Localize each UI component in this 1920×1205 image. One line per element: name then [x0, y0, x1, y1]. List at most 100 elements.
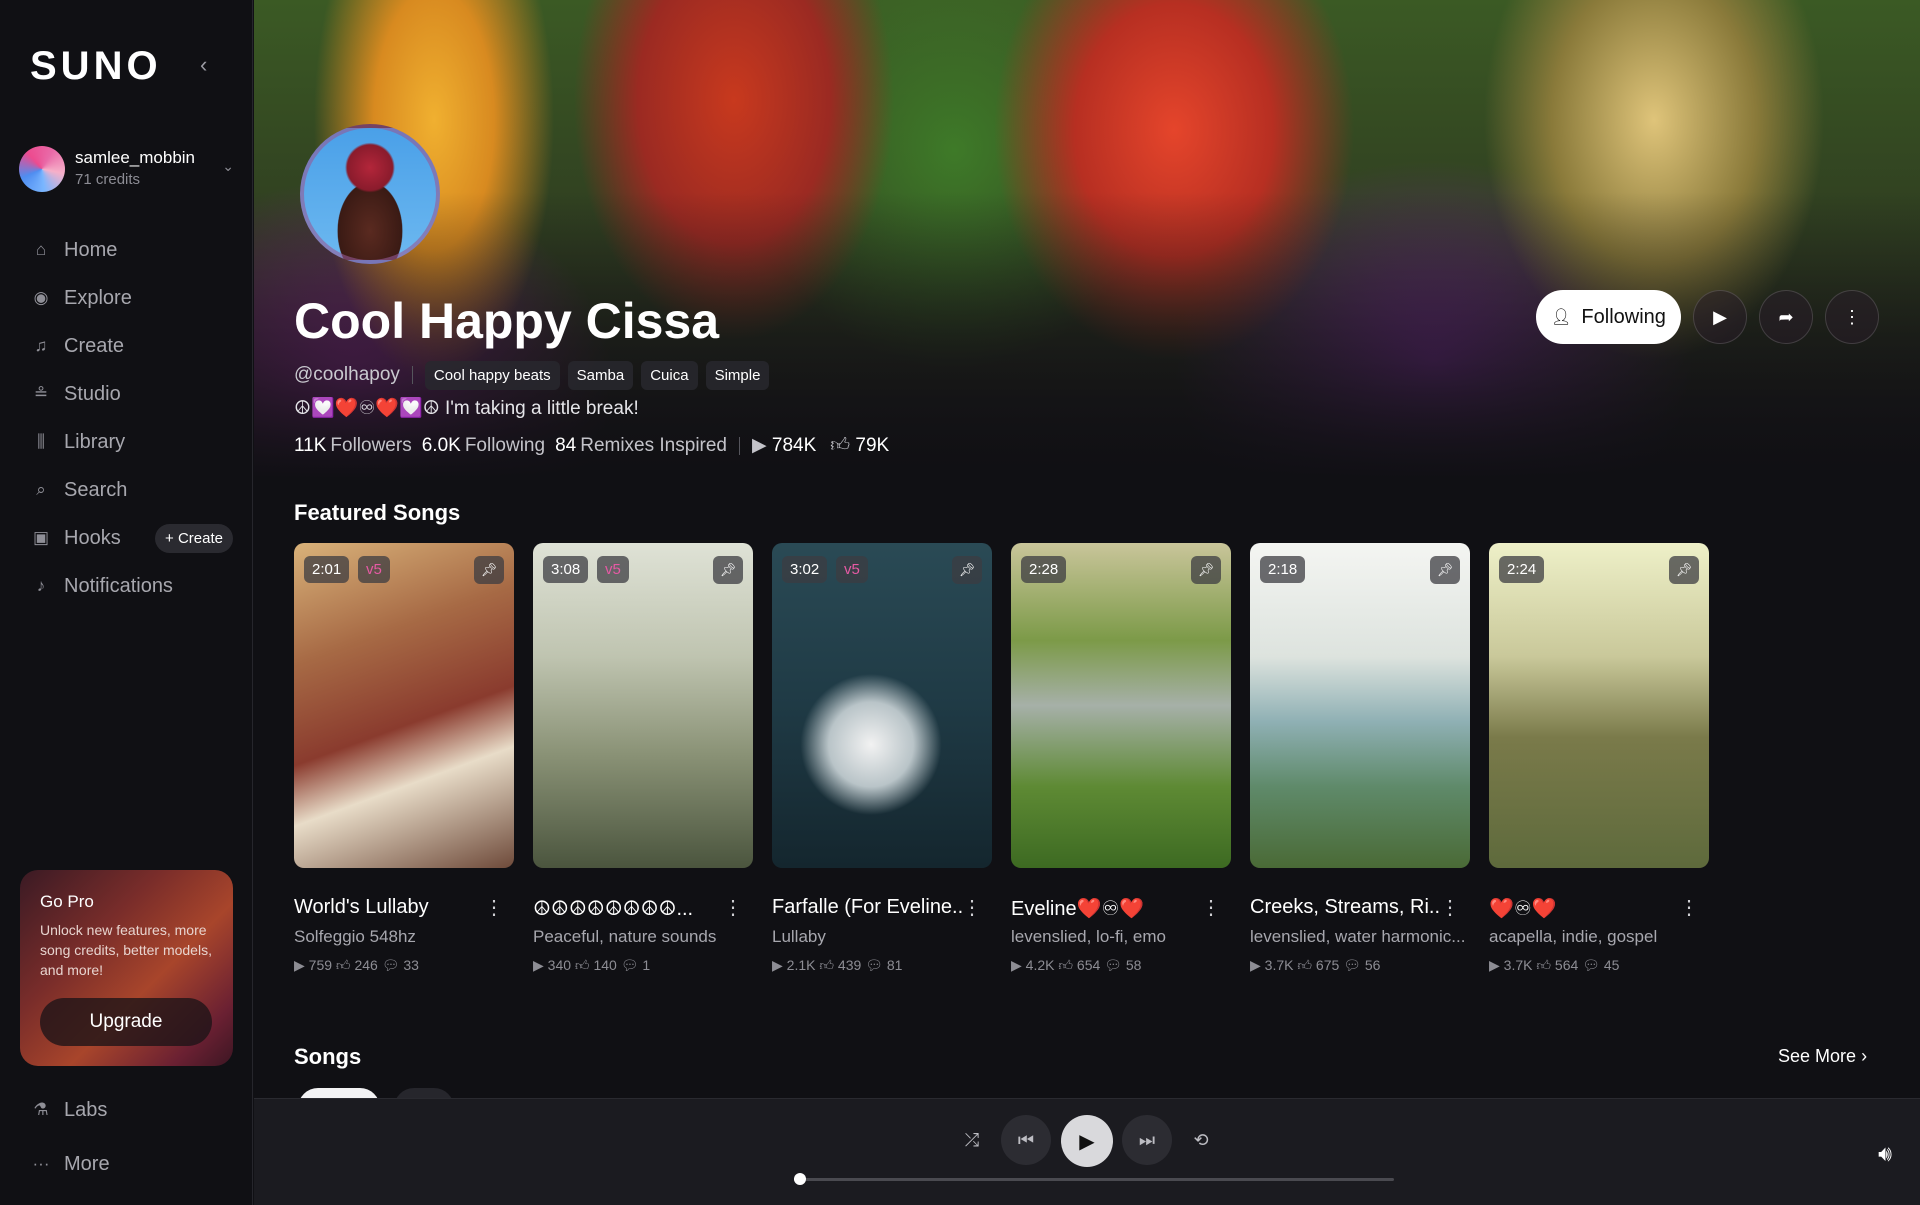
duration-badge: 2:24 — [1499, 556, 1545, 583]
profile-tag[interactable]: Samba — [567, 360, 634, 390]
credits-count: 71 credits — [75, 171, 141, 188]
shuffle-button[interactable]: ⤮ — [957, 1115, 987, 1165]
song-stats: ▶ 759 👍︎ 246 💬︎ 33 — [294, 957, 419, 974]
play-icon: ▶ — [1011, 957, 1022, 973]
chevron-left-icon[interactable]: ‹ — [200, 54, 222, 76]
song-card[interactable]: 3:08 v5 📌︎ ☮☮☮☮☮☮☮☮... ⋮ Peaceful, natur… — [533, 543, 753, 973]
song-cover[interactable]: 2:01 v5 📌︎ — [294, 543, 514, 868]
pin-icon[interactable]: 📌︎ — [1191, 556, 1221, 584]
sidebar-item-more[interactable]: ··· More — [30, 1137, 245, 1191]
shuffle-icon: ⤮ — [964, 1129, 980, 1150]
song-title[interactable]: Farfalle (For Eveline... — [772, 896, 962, 919]
song-title[interactable]: ☮☮☮☮☮☮☮☮... — [533, 896, 723, 921]
song-title[interactable]: World's Lullaby — [294, 896, 484, 919]
compass-icon: ◉ — [33, 288, 49, 307]
song-style: acapella, indie, gospel — [1489, 927, 1658, 946]
song-card[interactable]: 2:24 📌︎ ❤️♾❤️ ⋮ acapella, indie, gospel … — [1489, 543, 1709, 973]
sidebar-item-search[interactable]: ⌕ Search — [30, 466, 245, 514]
sidebar-item-library[interactable]: ⫼ Library — [30, 418, 245, 466]
version-badge: v5 — [836, 556, 868, 583]
play-count: 3.7K — [1503, 957, 1533, 973]
sidebar-item-home[interactable]: ⌂ Home — [30, 226, 245, 274]
upgrade-button[interactable]: Upgrade — [40, 998, 212, 1046]
comment-count: 33 — [403, 957, 419, 973]
user-menu[interactable]: samlee_mobbin 71 credits ⌄ — [19, 146, 234, 192]
more-vertical-icon[interactable]: ⋮ — [484, 895, 504, 920]
song-title[interactable]: Creeks, Streams, Ri... — [1250, 896, 1440, 919]
pin-icon[interactable]: 📌︎ — [952, 556, 982, 584]
next-button[interactable]: ⏭ — [1122, 1115, 1172, 1165]
sidebar-item-label: Library — [64, 430, 126, 453]
sidebar-item-studio[interactable]: ≗ Studio — [30, 370, 245, 418]
suno-logo[interactable]: SUNO — [30, 44, 162, 89]
search-icon: ⌕ — [36, 480, 46, 499]
profile-tag[interactable]: Cuica — [641, 360, 698, 390]
song-cover[interactable]: 3:08 v5 📌︎ — [533, 543, 753, 868]
plays-count: 784K — [771, 435, 817, 456]
song-card[interactable]: 2:01 v5 📌︎ World's Lullaby ⋮ Solfeggio 5… — [294, 543, 514, 973]
see-more-label: See More — [1778, 1046, 1857, 1066]
song-card[interactable]: 2:18 📌︎ Creeks, Streams, Ri... ⋮ levensl… — [1250, 543, 1470, 973]
progress-bar[interactable] — [794, 1173, 1394, 1185]
song-cover[interactable]: 2:24 📌︎ — [1489, 543, 1709, 868]
more-horizontal-icon: ··· — [32, 1154, 50, 1173]
comment-icon: 💬︎ — [1582, 957, 1600, 973]
duration-badge: 2:18 — [1260, 556, 1306, 583]
hooks-icon: ▣ — [32, 528, 50, 547]
song-cover[interactable]: 2:28 📌︎ — [1011, 543, 1231, 868]
user-avatar — [19, 146, 65, 192]
see-more-link[interactable]: See More › — [1778, 1046, 1867, 1067]
pin-icon[interactable]: 📌︎ — [1669, 556, 1699, 584]
followers-stat[interactable]: 11K Followers — [294, 435, 412, 457]
song-card[interactable]: 2:28 📌︎ Eveline❤️♾❤️ ⋮ levenslied, lo-fi… — [1011, 543, 1231, 973]
progress-handle[interactable] — [794, 1173, 806, 1185]
profile-tag[interactable]: Simple — [705, 360, 770, 390]
thumbs-up-icon: 👍︎ — [830, 435, 856, 456]
play-profile-button[interactable]: ▶ — [1693, 290, 1747, 344]
play-count: 340 — [547, 957, 572, 973]
song-card[interactable]: 3:02 v5 📌︎ Farfalle (For Eveline... ⋮ Lu… — [772, 543, 992, 973]
more-vertical-icon[interactable]: ⋮ — [962, 895, 982, 920]
sidebar-item-labs[interactable]: ⚗ Labs — [30, 1083, 245, 1137]
pin-icon[interactable]: 📌︎ — [713, 556, 743, 584]
share-button[interactable]: ➦ — [1759, 290, 1813, 344]
song-cover[interactable]: 2:18 📌︎ — [1250, 543, 1470, 868]
like-count: 439 — [837, 957, 862, 973]
sidebar-item-hooks[interactable]: ▣ Hooks + Create — [30, 514, 245, 562]
comment-icon: 💬︎ — [1343, 957, 1361, 973]
play-icon: ▶ — [752, 435, 772, 456]
like-count: 246 — [354, 957, 378, 973]
profile-bio: ☮💟❤️♾❤️💟☮ I'm taking a little break! — [294, 398, 639, 419]
thumbs-up-icon: 👍︎ — [1536, 957, 1552, 973]
hooks-create-button[interactable]: + Create — [155, 523, 233, 553]
song-title[interactable]: ❤️♾❤️ — [1489, 896, 1679, 921]
play-icon: ▶ — [533, 957, 544, 973]
more-vertical-icon[interactable]: ⋮ — [1440, 895, 1460, 920]
pin-icon[interactable]: 📌︎ — [1430, 556, 1460, 584]
pin-icon[interactable]: 📌︎ — [474, 556, 504, 584]
sidebar-item-label: Explore — [64, 286, 132, 309]
more-vertical-icon[interactable]: ⋮ — [1201, 895, 1221, 920]
play-button[interactable]: ▶ — [1061, 1115, 1113, 1167]
previous-button[interactable]: ⏮ — [1001, 1115, 1051, 1165]
profile-tag[interactable]: Cool happy beats — [424, 360, 560, 390]
sidebar-item-explore[interactable]: ◉ Explore — [30, 274, 245, 322]
repeat-button[interactable]: ⟲ — [1186, 1115, 1216, 1165]
more-vertical-icon[interactable]: ⋮ — [1679, 895, 1699, 920]
following-button[interactable]: 👤︎ Following — [1536, 290, 1681, 344]
profile-avatar[interactable] — [300, 124, 440, 264]
sidebar-item-notifications[interactable]: ♪ Notifications — [30, 562, 245, 610]
song-cover[interactable]: 3:02 v5 📌︎ — [772, 543, 992, 868]
song-title[interactable]: Eveline❤️♾❤️ — [1011, 896, 1201, 921]
volume-icon[interactable]: 🔊︎ — [1878, 1141, 1892, 1167]
following-stat[interactable]: 6.0K Following — [422, 435, 545, 457]
remixes-label: Remixes Inspired — [580, 434, 727, 456]
more-vertical-icon[interactable]: ⋮ — [723, 895, 743, 920]
sidebar-item-create[interactable]: ♫ Create — [30, 322, 245, 370]
sidebar-item-label: Home — [64, 238, 118, 261]
thumbs-up-icon: 👍︎ — [1297, 957, 1313, 973]
more-options-button[interactable]: ⋮ — [1825, 290, 1879, 344]
remixes-stat[interactable]: 84 Remixes Inspired — [555, 435, 727, 457]
thumbs-up-icon: 👍︎ — [1058, 957, 1074, 973]
share-icon: ➦ — [1778, 306, 1794, 327]
